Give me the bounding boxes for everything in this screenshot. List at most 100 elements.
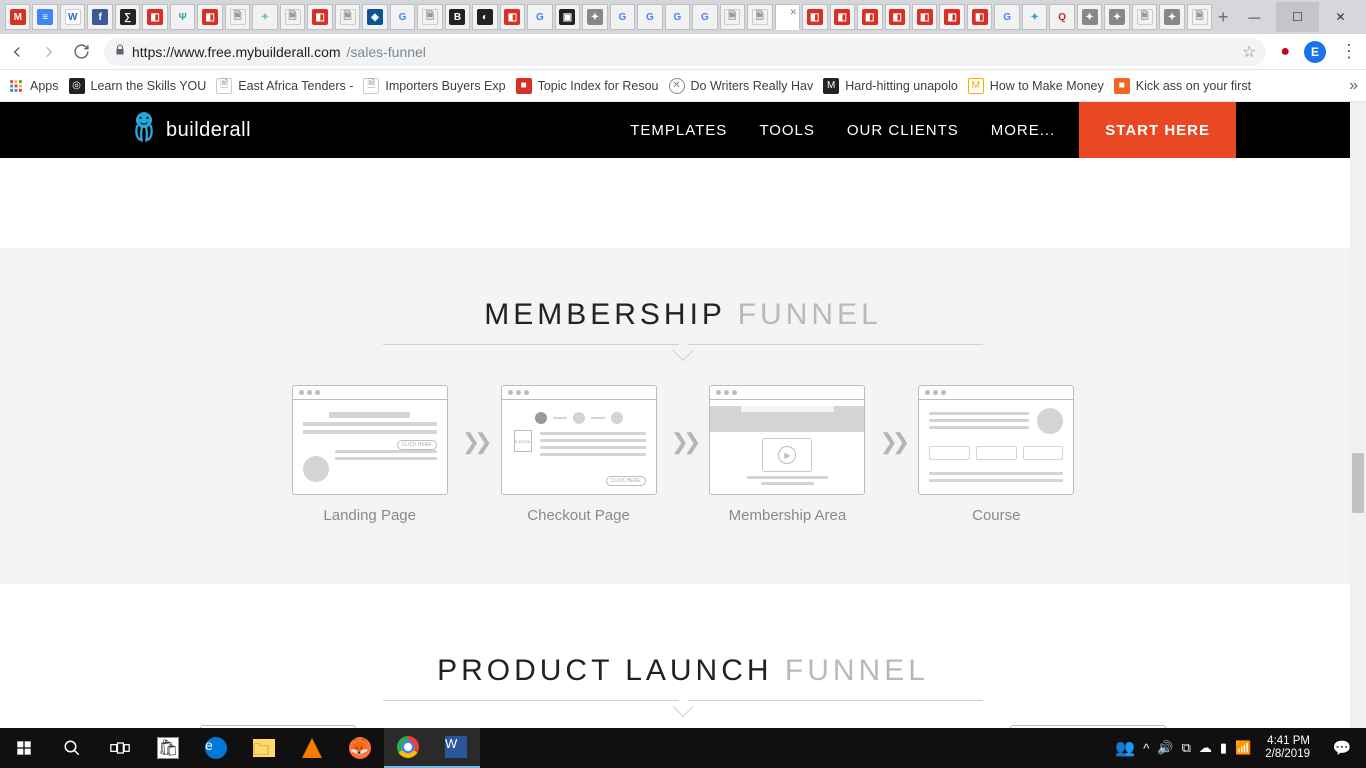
taskbar-app-store[interactable]: 🛍 [144, 728, 192, 768]
start-button[interactable] [0, 728, 48, 768]
volume-icon[interactable]: 🔊 [1157, 740, 1173, 756]
window-close-button[interactable]: ✕ [1319, 2, 1362, 32]
browser-tab[interactable]: ✦ [582, 4, 607, 30]
network-icon[interactable]: 📶 [1235, 740, 1251, 756]
browser-tab[interactable]: 🗎 [1132, 4, 1157, 30]
profile-avatar[interactable]: E [1304, 41, 1326, 63]
browser-tab[interactable]: ◧ [802, 4, 827, 30]
bookmark-item[interactable]: ■Kick ass on your first [1114, 78, 1251, 94]
nav-templates[interactable]: TEMPLATES [614, 102, 743, 158]
apps-shortcut[interactable]: Apps [8, 78, 59, 94]
browser-tab[interactable]: f [87, 4, 112, 30]
pinterest-extension-icon[interactable]: ● [1280, 43, 1290, 61]
browser-tab[interactable]: ◧ [197, 4, 222, 30]
browser-tab[interactable]: ✦ [252, 4, 277, 30]
bookmark-item[interactable]: MHow to Make Money [968, 78, 1104, 94]
tray-overflow-icon[interactable]: ^ [1143, 741, 1149, 756]
browser-tab[interactable]: W [60, 4, 85, 30]
nav-start-here-button[interactable]: START HERE [1079, 102, 1236, 158]
browser-tab[interactable]: ✦ [1077, 4, 1102, 30]
browser-tab[interactable]: ✦ [1104, 4, 1129, 30]
bookmark-item[interactable]: MHard-hitting unapolo [823, 78, 958, 94]
window-minimize-button[interactable]: — [1233, 2, 1276, 32]
browser-tab[interactable]: ◧ [307, 4, 332, 30]
bookmark-item[interactable]: ✕Do Writers Really Hav [669, 78, 814, 94]
vertical-scrollbar[interactable] [1350, 102, 1366, 728]
browser-tab[interactable]: ◧ [500, 4, 525, 30]
taskbar-app-explorer[interactable]: 🗀 [240, 728, 288, 768]
browser-tab[interactable]: G [994, 4, 1019, 30]
browser-tab[interactable]: ✦ [1022, 4, 1047, 30]
browser-tab[interactable]: ◧ [967, 4, 992, 30]
browser-tab[interactable]: ◧ [830, 4, 855, 30]
nav-tools[interactable]: TOOLS [743, 102, 831, 158]
browser-tab[interactable]: ✦ [1159, 4, 1184, 30]
browser-tab[interactable]: ◧ [912, 4, 937, 30]
taskbar-app-vlc[interactable] [288, 728, 336, 768]
title-divider [383, 344, 983, 345]
browser-tab[interactable]: 🗎 [225, 4, 250, 30]
browser-tab[interactable]: Ψ [170, 4, 195, 30]
browser-tab[interactable]: G [637, 4, 662, 30]
browser-tab[interactable]: ∑ [115, 4, 140, 30]
window-maximize-button[interactable]: ☐ [1276, 2, 1319, 32]
nav-our-clients[interactable]: OUR CLIENTS [831, 102, 975, 158]
browser-tab[interactable]: ◧ [857, 4, 882, 30]
taskbar-app-edge[interactable]: e [192, 728, 240, 768]
funnel-step: ▶ Membership Area [709, 385, 865, 524]
taskbar-app-firefox[interactable]: 🦊 [336, 728, 384, 768]
page-viewport: builderall TEMPLATES TOOLS OUR CLIENTS M… [0, 102, 1366, 728]
people-icon[interactable]: 👥 [1115, 738, 1135, 758]
scrollbar-thumb[interactable] [1352, 453, 1364, 513]
browser-tab[interactable]: ◧ [142, 4, 167, 30]
dropbox-icon[interactable]: ⧉ [1182, 740, 1191, 756]
search-button[interactable] [48, 728, 96, 768]
browser-tab[interactable]: 🗎 [1187, 4, 1212, 30]
bookmark-item[interactable]: 🗎Importers Buyers Exp [363, 78, 505, 94]
browser-menu-button[interactable]: ⋮ [1340, 41, 1358, 62]
taskbar-app-chrome[interactable] [384, 728, 432, 768]
browser-tab[interactable]: G [610, 4, 635, 30]
nav-reload-button[interactable] [72, 43, 90, 61]
browser-tab[interactable]: ◐ [472, 4, 497, 30]
browser-tab-active[interactable]: ✕ [775, 4, 800, 30]
browser-tab[interactable]: ≡ [32, 4, 57, 30]
browser-tab[interactable]: M [5, 4, 30, 30]
browser-tab[interactable]: G [527, 4, 552, 30]
onedrive-icon[interactable]: ☁ [1199, 740, 1212, 756]
arrow-icon: ❯❯ [879, 429, 904, 455]
browser-tab[interactable]: 🗎 [280, 4, 305, 30]
bookmark-item[interactable]: 🗎East Africa Tenders - [216, 78, 353, 94]
browser-tab[interactable]: 🗎 [417, 4, 442, 30]
browser-tab[interactable]: Q [1049, 4, 1074, 30]
browser-tab[interactable]: 🗎 [747, 4, 772, 30]
nav-forward-button[interactable] [40, 43, 58, 61]
browser-tab[interactable]: B [445, 4, 470, 30]
nav-back-button[interactable] [8, 43, 26, 61]
url-field[interactable]: https://www.free.mybuilderall.com/sales-… [104, 38, 1266, 66]
browser-tab[interactable]: ◈ [362, 4, 387, 30]
browser-tab[interactable]: G [390, 4, 415, 30]
browser-tab[interactable]: ◧ [885, 4, 910, 30]
star-icon[interactable]: ☆ [1242, 42, 1256, 62]
taskbar-app-word[interactable]: W [432, 728, 480, 768]
new-tab-button[interactable]: + [1213, 7, 1233, 28]
site-logo[interactable]: builderall [130, 111, 251, 150]
browser-tab[interactable]: 🗎 [720, 4, 745, 30]
system-tray[interactable]: ^ 🔊 ⧉ ☁ ▮ 📶 [1143, 740, 1251, 756]
bookmarks-overflow-button[interactable]: » [1349, 77, 1358, 95]
task-view-button[interactable] [96, 728, 144, 768]
close-tab-icon[interactable]: ✕ [790, 7, 798, 18]
bookmark-item[interactable]: ■Topic Index for Resou [516, 78, 659, 94]
battery-icon[interactable]: ▮ [1220, 740, 1227, 756]
browser-tab[interactable]: ▣ [555, 4, 580, 30]
browser-tab[interactable]: 🗎 [335, 4, 360, 30]
action-center-button[interactable]: 💬 [1324, 739, 1360, 757]
bookmark-favicon: ■ [1114, 78, 1130, 94]
bookmark-item[interactable]: ◎Learn the Skills YOU [69, 78, 207, 94]
browser-tab[interactable]: G [665, 4, 690, 30]
browser-tab[interactable]: ◧ [939, 4, 964, 30]
taskbar-clock[interactable]: 4:41 PM 2/8/2019 [1259, 735, 1316, 761]
nav-more[interactable]: MORE... [975, 102, 1072, 158]
browser-tab[interactable]: G [692, 4, 717, 30]
